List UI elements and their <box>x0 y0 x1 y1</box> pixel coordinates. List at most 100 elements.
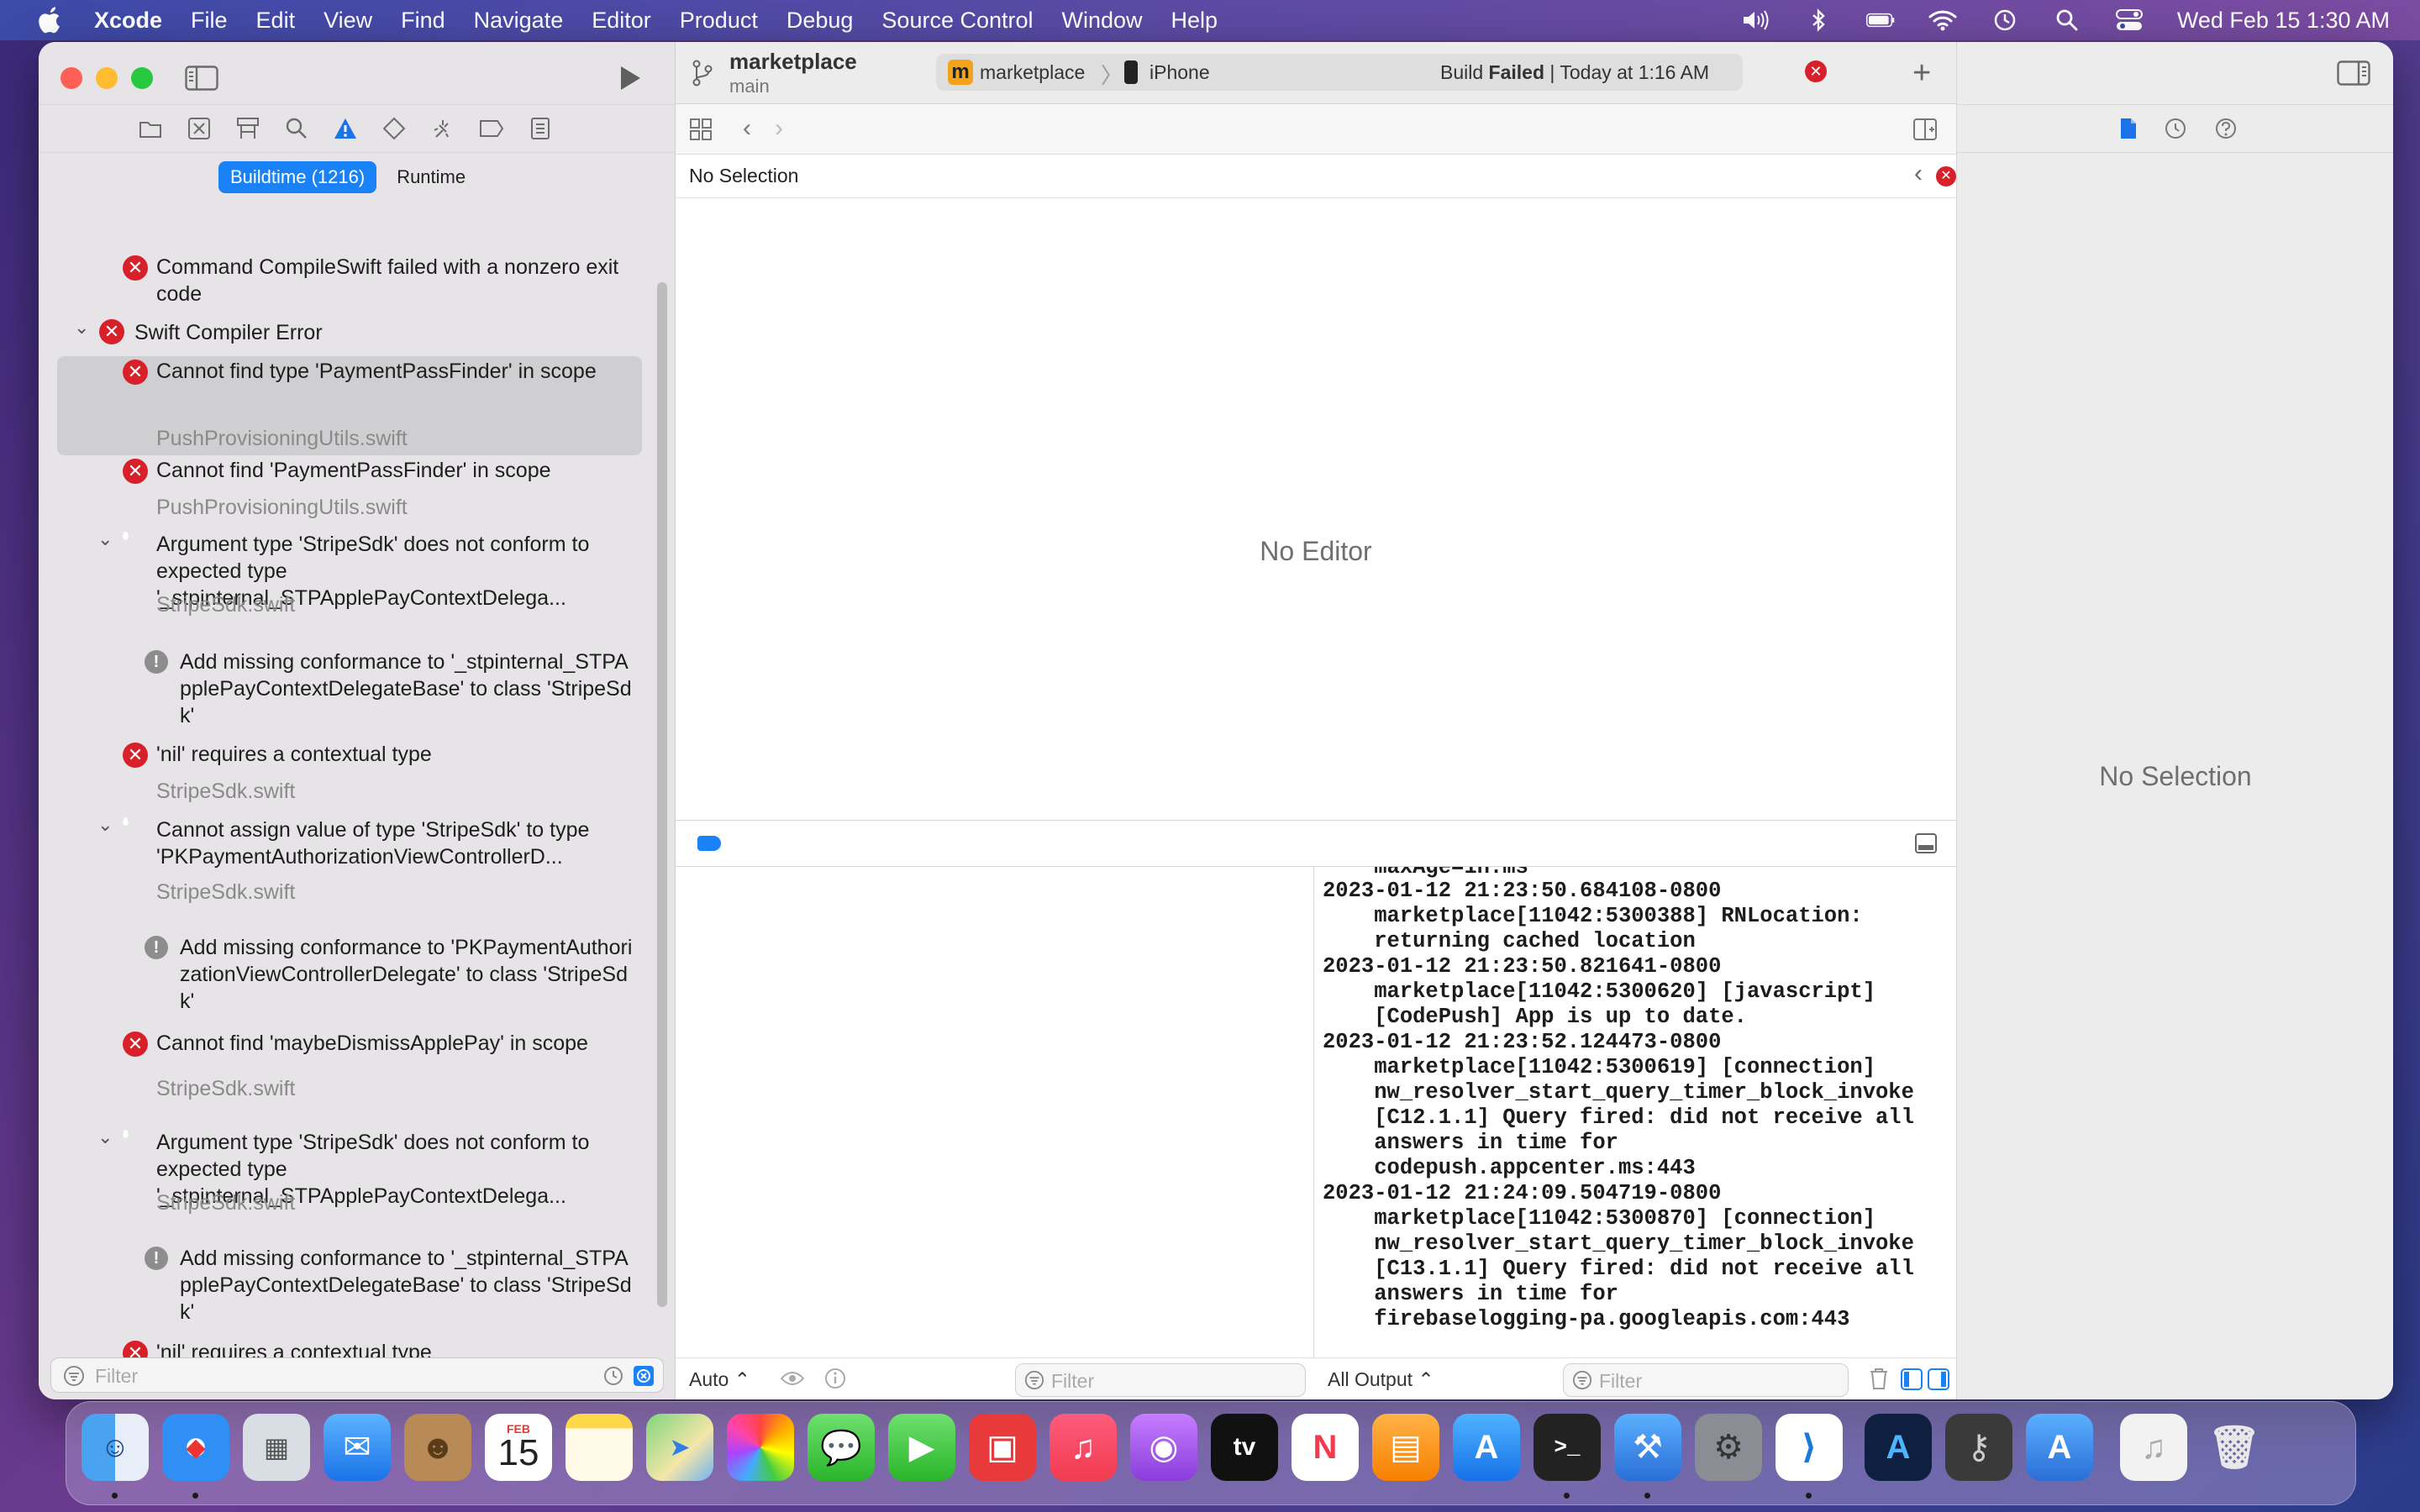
menu-find[interactable]: Find <box>401 8 445 34</box>
destination-selector[interactable]: iPhone <box>1150 61 1210 84</box>
output-selector[interactable]: All Output ⌃ <box>1328 1368 1434 1391</box>
quick-help-question-icon[interactable] <box>2214 117 2238 144</box>
project-navigator-folder-icon[interactable] <box>138 116 163 141</box>
maps-icon[interactable]: ➤ <box>646 1414 713 1481</box>
print-description-info-icon[interactable] <box>823 1367 847 1394</box>
run-play-icon[interactable] <box>612 60 649 96</box>
bluetooth-icon[interactable] <box>1804 8 1833 32</box>
menu-file[interactable]: File <box>191 8 228 34</box>
launchpad-icon[interactable]: ▦ <box>243 1414 310 1481</box>
disclosure-chevron-icon[interactable]: ⌄ <box>74 314 89 341</box>
visual-studio-code-icon[interactable]: ⟩ <box>1776 1414 1843 1481</box>
add-library-plus-icon[interactable]: + <box>1912 57 1931 89</box>
issue-row[interactable]: ✕ Cannot find type 'PaymentPassFinder' in… <box>57 356 642 455</box>
volume-icon[interactable] <box>1742 8 1770 32</box>
issue-count-error-icon[interactable]: ✕ <box>1936 166 1956 186</box>
project-name[interactable]: marketplace <box>729 49 857 75</box>
photo-booth-icon[interactable]: ▣ <box>969 1414 1036 1481</box>
apple-tv-icon[interactable]: tv <box>1211 1414 1278 1481</box>
history-inspector-clock-icon[interactable] <box>2164 117 2187 144</box>
keychain-access-icon[interactable]: ⚷ <box>1945 1414 2012 1481</box>
inspector-toggle-icon[interactable] <box>2337 60 2370 90</box>
navigator-filter-field[interactable]: Filter <box>50 1357 664 1393</box>
terminal-icon[interactable]: >_ <box>1534 1414 1601 1481</box>
breakpoint-navigator-icon[interactable] <box>479 116 504 141</box>
menu-help[interactable]: Help <box>1171 8 1218 34</box>
issue-row[interactable]: ! Add missing conformance to '_stpinterna… <box>57 1243 642 1326</box>
show-console-view-icon[interactable] <box>1928 1368 1949 1394</box>
quick-look-eye-icon[interactable] <box>780 1368 805 1393</box>
issue-row[interactable]: ! Add missing conformance to 'PKPaymentAu… <box>57 932 642 1015</box>
simulator-icon[interactable]: A <box>2026 1414 2093 1481</box>
safari-icon[interactable]: ◆ <box>162 1414 229 1481</box>
report-navigator-icon[interactable] <box>528 116 553 141</box>
close-window-button[interactable] <box>60 67 82 89</box>
branch-name[interactable]: main <box>729 76 770 97</box>
previous-issue-icon[interactable]: ‹ <box>1914 160 1923 188</box>
music-icon[interactable]: ♫ <box>1050 1414 1117 1481</box>
menu-view[interactable]: View <box>324 8 372 34</box>
show-variables-view-icon[interactable] <box>1901 1368 1923 1394</box>
buildtime-segment[interactable]: Buildtime (1216) <box>218 161 377 193</box>
symbol-navigator-icon[interactable] <box>235 116 260 141</box>
issue-navigator-warning-icon[interactable] <box>333 116 358 141</box>
menu-window[interactable]: Window <box>1062 8 1143 34</box>
build-error-indicator-icon[interactable]: ✕ <box>1805 60 1827 82</box>
trash-icon[interactable]: 🗑 <box>2201 1414 2268 1481</box>
issue-row[interactable]: ✕ Cannot find 'maybeDismissApplePay' in s… <box>57 1028 642 1105</box>
menu-source-control[interactable]: Source Control <box>881 8 1033 34</box>
battery-icon[interactable] <box>1865 8 1895 32</box>
auto-variables-selector[interactable]: Auto ⌃ <box>689 1368 750 1391</box>
add-editor-split-icon[interactable] <box>1912 118 1938 145</box>
xcode-icon[interactable]: ⚒ <box>1614 1414 1681 1481</box>
issue-row[interactable]: ✕ Command CompileSwift failed with a nonz… <box>57 252 642 311</box>
related-items-grid-icon[interactable] <box>689 118 713 145</box>
clear-console-trash-icon[interactable] <box>1869 1367 1889 1394</box>
issue-row[interactable]: ⌄ Argument type 'StripeSdk' does not conf… <box>57 528 642 622</box>
console-output[interactable]: maxAge=1h.ms 2023-01-12 21:23:50.684108-… <box>1316 867 1954 1357</box>
wifi-icon[interactable] <box>1928 8 1957 32</box>
hide-debug-area-icon[interactable] <box>1914 832 1938 858</box>
menu-product[interactable]: Product <box>680 8 758 34</box>
source-control-navigator-icon[interactable] <box>187 116 212 141</box>
disclosure-chevron-icon[interactable]: ⌄ <box>97 1124 113 1151</box>
issue-group-row[interactable]: ⌄ ✕ Swift Compiler Error <box>57 317 642 349</box>
issue-row[interactable]: ⌄ Cannot assign value of type 'StripeSdk'… <box>57 814 642 909</box>
variables-filter-field[interactable]: Filter <box>1015 1363 1306 1397</box>
menu-editor[interactable]: Editor <box>592 8 651 34</box>
scheme-selector[interactable]: marketplace <box>980 61 1085 84</box>
apple-menu-icon[interactable] <box>30 2 67 39</box>
sidebar-toggle-icon[interactable] <box>183 62 220 94</box>
issue-row[interactable]: ! Add missing conformance to '_stpinterna… <box>57 647 642 731</box>
finder-icon[interactable]: ☺ <box>82 1414 149 1481</box>
mail-icon[interactable]: ✉ <box>324 1414 391 1481</box>
facetime-icon[interactable]: ▶ <box>888 1414 955 1481</box>
news-icon[interactable]: N <box>1292 1414 1359 1481</box>
system-preferences-icon[interactable]: ⚙ <box>1695 1414 1762 1481</box>
music-document-icon[interactable]: ♫ <box>2120 1414 2187 1481</box>
navigate-back-icon[interactable]: ‹ <box>743 114 751 143</box>
menu-debug[interactable]: Debug <box>786 8 854 34</box>
runtime-segment[interactable]: Runtime <box>385 161 477 193</box>
recent-filter-clock-icon[interactable] <box>602 1365 624 1391</box>
contacts-icon[interactable]: ☻ <box>404 1414 471 1481</box>
time-machine-icon[interactable] <box>1991 8 2019 32</box>
errors-only-filter-icon[interactable] <box>633 1365 655 1391</box>
calendar-icon[interactable]: FEB 15 <box>485 1414 552 1481</box>
test-navigator-icon[interactable] <box>381 116 407 141</box>
file-inspector-icon[interactable] <box>2118 117 2139 144</box>
messages-icon[interactable]: 💬 <box>808 1414 875 1481</box>
navigate-forward-icon[interactable]: › <box>775 114 783 143</box>
books-icon[interactable]: ▤ <box>1372 1414 1439 1481</box>
minimize-window-button[interactable] <box>96 67 118 89</box>
spotlight-search-icon[interactable] <box>2053 8 2081 32</box>
find-navigator-search-icon[interactable] <box>284 116 309 141</box>
zoom-window-button[interactable] <box>131 67 153 89</box>
photos-icon[interactable] <box>727 1414 794 1481</box>
app-store-icon[interactable]: A <box>1453 1414 1520 1481</box>
disclosure-chevron-icon[interactable]: ⌄ <box>97 811 113 838</box>
podcasts-icon[interactable]: ◉ <box>1130 1414 1197 1481</box>
breakpoints-toggle-icon[interactable] <box>697 836 721 851</box>
menu-navigate[interactable]: Navigate <box>474 8 564 34</box>
navigator-scrollbar[interactable] <box>657 282 667 1307</box>
